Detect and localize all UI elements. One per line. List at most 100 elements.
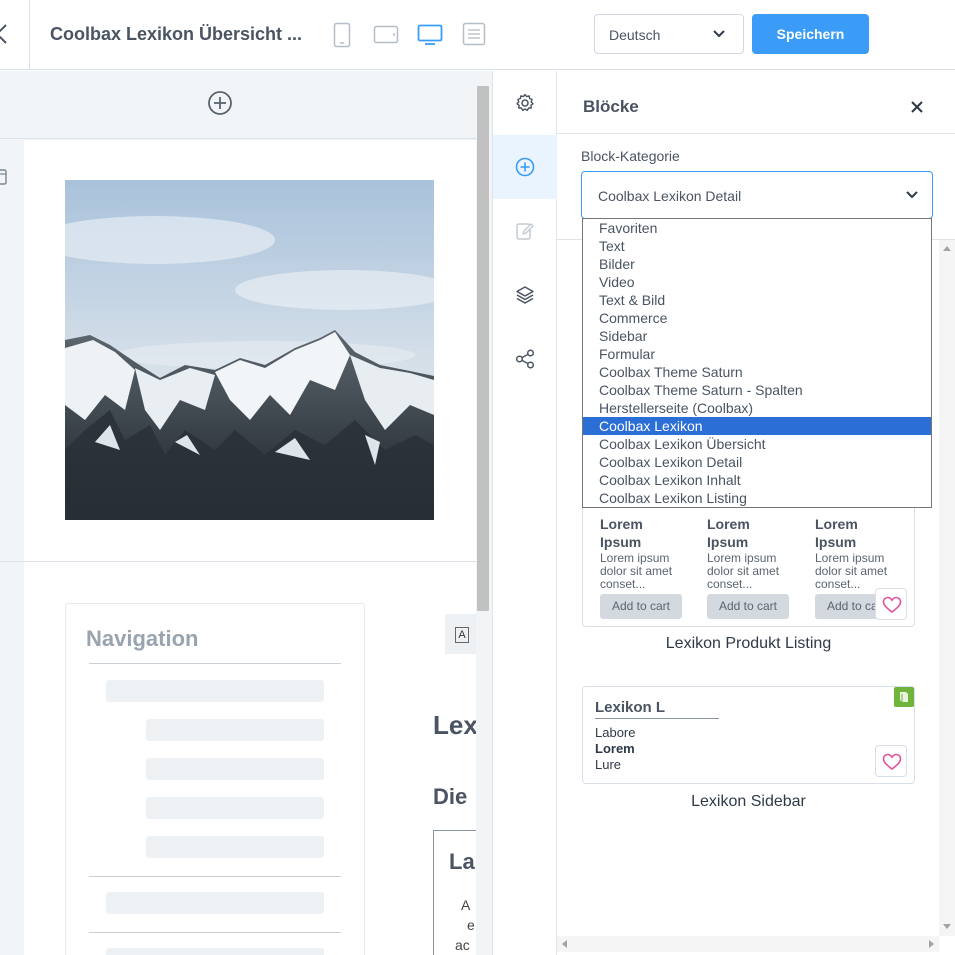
dropdown-option[interactable]: Coolbax Lexikon Inhalt — [583, 471, 931, 489]
nav-placeholder — [146, 836, 324, 858]
add-section-icon[interactable] — [207, 90, 233, 116]
nav-placeholder — [106, 892, 324, 914]
chevron-left-icon — [0, 24, 7, 44]
product-name: Lorem — [815, 516, 858, 532]
content-subheading: Die — [433, 784, 468, 809]
favorite-button[interactable] — [875, 588, 907, 620]
divider — [89, 663, 341, 664]
layers-icon — [516, 286, 534, 304]
product-name: Ipsum — [815, 534, 857, 550]
dropdown-option[interactable]: Coolbax Lexikon — [583, 417, 931, 435]
product-tile: Lorem Ipsum Lorem ipsum dolor sit amet c… — [600, 515, 690, 619]
divider — [89, 932, 341, 933]
scroll-down-icon[interactable] — [943, 924, 951, 929]
dropdown-option[interactable]: Video — [583, 273, 931, 291]
sidebar-block-item: Lure — [595, 757, 622, 772]
block-label: Lexikon Produkt Listing — [665, 635, 832, 652]
dropdown-option[interactable]: Herstellerseite (Coolbax) — [583, 399, 931, 417]
product-tile: Lorem Ipsum Lorem ipsum dolor sit amet c… — [707, 515, 797, 619]
product-name: Ipsum — [600, 534, 642, 550]
panel-header: Blöcke — [557, 71, 955, 134]
dropdown-option[interactable]: Coolbax Lexikon Übersicht — [583, 435, 931, 453]
scroll-right-icon[interactable] — [929, 940, 934, 948]
gear-icon — [516, 93, 534, 112]
rail-share[interactable] — [493, 327, 557, 391]
nav-placeholder — [146, 719, 324, 741]
language-select[interactable]: Deutsch — [594, 14, 744, 54]
canvas-scrollbar[interactable] — [476, 71, 492, 955]
content-box-text: ac — [455, 937, 470, 953]
product-description: Lorem ipsum — [707, 551, 777, 565]
tablet-landscape-view-icon[interactable] — [373, 25, 399, 45]
content-section: Navigation A Lex Die La A e ac — [0, 561, 492, 955]
dropdown-option[interactable]: Text — [583, 237, 931, 255]
scroll-left-icon[interactable] — [562, 940, 567, 948]
editor-canvas: Navigation A Lex Die La A e ac — [0, 71, 492, 955]
add-block-icon — [515, 157, 535, 177]
product-description: dolor sit amet — [707, 564, 780, 578]
navigation-block[interactable]: Navigation — [65, 603, 365, 955]
product-description: dolor sit amet — [815, 564, 888, 578]
close-icon[interactable] — [911, 101, 923, 113]
divider — [89, 876, 341, 877]
canvas-scrollbar-thumb[interactable] — [477, 86, 489, 611]
rail-blocks[interactable] — [493, 135, 557, 199]
image-section — [24, 140, 476, 561]
mountain-image — [65, 180, 434, 520]
share-icon — [515, 349, 535, 369]
dropdown-option[interactable]: Coolbax Lexikon Detail — [583, 453, 931, 471]
text-format-icon: A — [455, 627, 469, 643]
mobile-view-icon[interactable] — [333, 22, 351, 48]
block-card-lexikon-sidebar[interactable]: Lexikon L Labore Lorem Lure — [582, 686, 915, 784]
nav-placeholder — [146, 797, 324, 819]
divider — [595, 718, 719, 719]
rail-layers[interactable] — [493, 263, 557, 327]
dropdown-option[interactable]: Sidebar — [583, 327, 931, 345]
category-label: Block-Kategorie — [581, 148, 680, 164]
dropdown-option[interactable]: Favoriten — [583, 219, 931, 237]
section-settings-icon[interactable] — [0, 169, 8, 185]
content-box-heading: La — [449, 849, 475, 874]
panel-horizontal-scrollbar[interactable] — [557, 936, 939, 952]
dropdown-option[interactable]: Formular — [583, 345, 931, 363]
scroll-up-icon[interactable] — [943, 246, 951, 251]
top-bar: Coolbax Lexikon Übersicht ... Deutsch Sp… — [0, 0, 955, 70]
book-icon — [900, 692, 908, 702]
sidebar-block-title: Lexikon L — [595, 699, 666, 716]
form-view-icon[interactable] — [462, 22, 486, 46]
product-name: Lorem — [600, 516, 643, 532]
category-select[interactable]: Coolbax Lexikon Detail — [581, 171, 933, 219]
edit-icon — [516, 223, 534, 240]
sidebar-icon-rail — [492, 71, 557, 955]
category-dropdown-list[interactable]: Favoriten Text Bilder Video Text & Bild Comme… — [582, 218, 932, 508]
heart-icon — [882, 596, 902, 614]
add-section-row — [0, 71, 476, 139]
heart-icon — [882, 753, 902, 771]
desktop-view-icon[interactable] — [417, 24, 443, 46]
product-description: conset... — [707, 577, 753, 591]
add-to-cart-button: Add to cart — [600, 594, 682, 619]
dropdown-option[interactable]: Coolbax Theme Saturn — [583, 363, 931, 381]
dropdown-option[interactable]: Text & Bild — [583, 291, 931, 309]
content-box-text: e — [467, 917, 475, 933]
text-format-toolbar[interactable]: A — [445, 614, 476, 654]
content-section-inner: Navigation A Lex Die La A e ac — [24, 562, 492, 955]
favorite-button[interactable] — [875, 745, 907, 777]
back-button[interactable] — [0, 0, 30, 69]
content-box-text: A — [461, 897, 471, 913]
product-description: Lorem ipsum — [815, 551, 885, 565]
dropdown-option[interactable]: Coolbax Theme Saturn - Spalten — [583, 381, 931, 399]
content-heading: Lex — [433, 710, 478, 740]
rail-settings[interactable] — [493, 71, 557, 135]
nav-placeholder — [106, 680, 324, 702]
sidebar-block-item: Labore — [595, 725, 636, 740]
save-button[interactable]: Speichern — [752, 14, 869, 54]
add-to-cart-button: Add to cart — [707, 594, 789, 619]
page-title: Coolbax Lexikon Übersicht ... — [50, 24, 303, 44]
dropdown-option[interactable]: Commerce — [583, 309, 931, 327]
dropdown-option[interactable]: Bilder — [583, 255, 931, 273]
panel-vertical-scrollbar[interactable] — [939, 240, 955, 936]
block-card-produkt-listing[interactable]: Lorem Ipsum Lorem ipsum dolor sit amet c… — [582, 500, 915, 627]
rail-edit[interactable] — [493, 199, 557, 263]
dropdown-option[interactable]: Coolbax Lexikon Listing — [583, 489, 931, 507]
